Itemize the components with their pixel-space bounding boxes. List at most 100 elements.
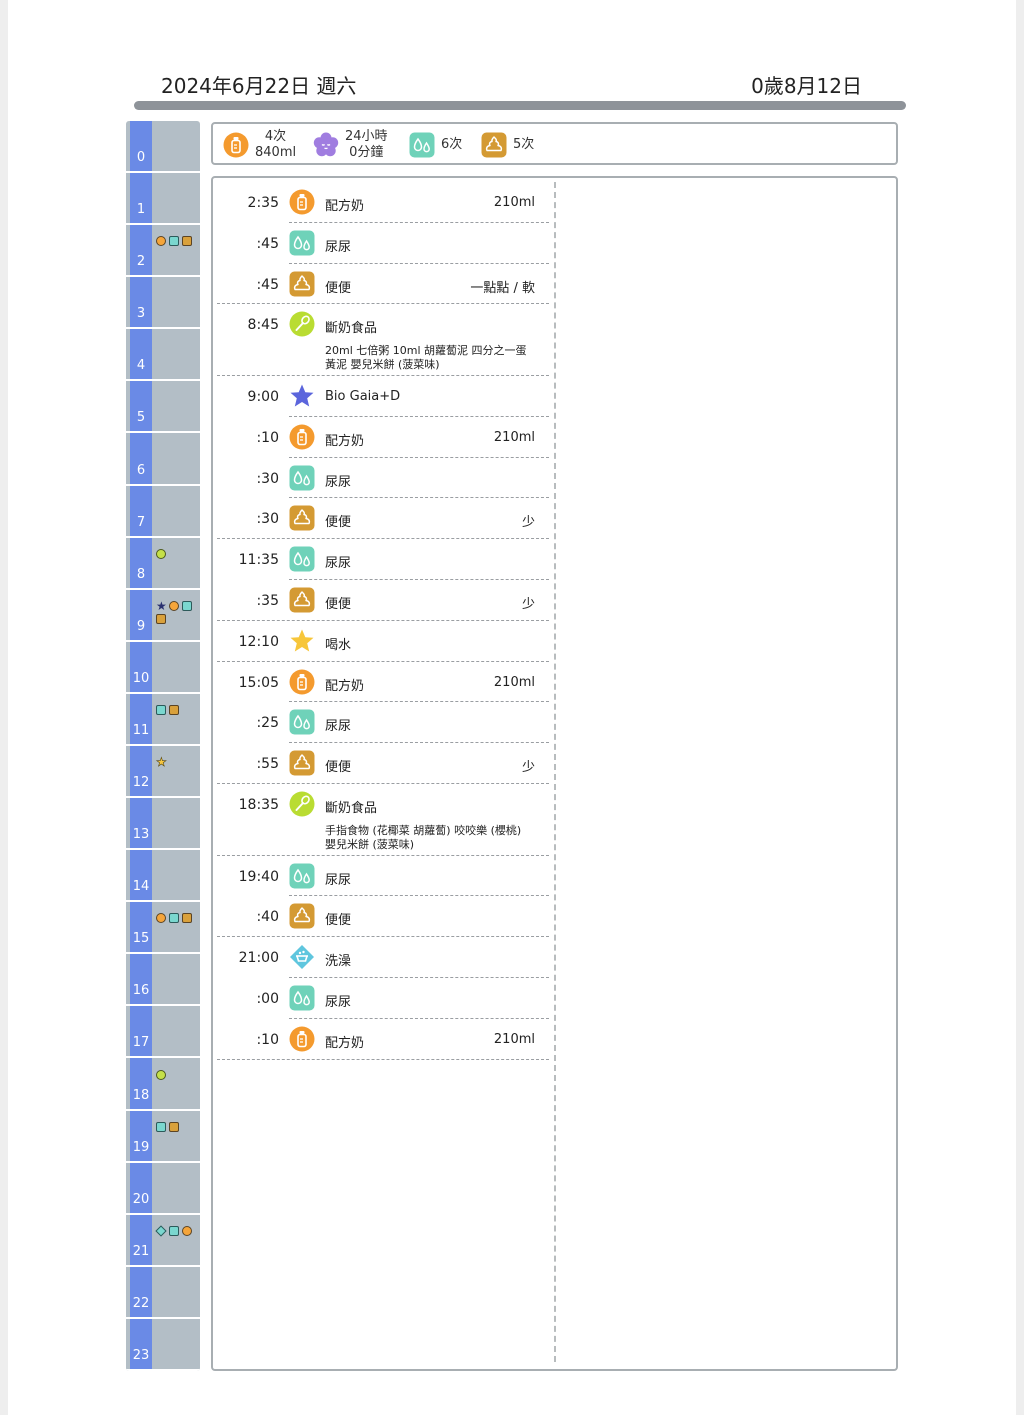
entry-time: :45 bbox=[256, 235, 279, 252]
summary-pee[interactable]: 6次 bbox=[409, 128, 462, 161]
hour-label: 4 bbox=[136, 358, 146, 374]
circle-green-marker-icon bbox=[156, 548, 166, 559]
hour-row[interactable]: 8 bbox=[126, 538, 200, 590]
hour-row[interactable]: 0 bbox=[126, 121, 200, 174]
hour-label: 10 bbox=[132, 670, 150, 686]
hour-label: 2 bbox=[136, 254, 146, 270]
log-entry[interactable]: :10 配方奶 210ml bbox=[217, 417, 549, 458]
log-entry[interactable]: :00 尿尿 bbox=[217, 978, 549, 1019]
entry-value: 210ml bbox=[493, 429, 535, 445]
entry-time: 21:00 bbox=[238, 950, 279, 967]
log-entry[interactable]: 9:00 Bio Gaia+D bbox=[217, 376, 549, 417]
log-entry[interactable]: 19:40 尿尿 bbox=[217, 856, 549, 897]
entry-time: 15:05 bbox=[238, 674, 279, 691]
entry-label: 尿尿 bbox=[325, 239, 352, 255]
hour-row[interactable]: 11 bbox=[126, 694, 200, 746]
square-brown-marker-icon bbox=[182, 913, 192, 924]
entry-label: 配方奶 bbox=[325, 1035, 365, 1051]
hour-row[interactable]: 3 bbox=[126, 277, 200, 330]
circle-green-marker-icon bbox=[156, 1069, 166, 1080]
bottle-icon bbox=[289, 424, 315, 450]
hour-label: 17 bbox=[132, 1035, 150, 1051]
hour-row[interactable]: 14 bbox=[126, 850, 200, 903]
hour-label: 5 bbox=[136, 410, 146, 426]
diamond-teal-marker-icon bbox=[155, 1225, 167, 1237]
summary-poop-count: 5次 bbox=[513, 136, 535, 152]
hour-row[interactable]: 22 bbox=[126, 1267, 200, 1319]
log-entry[interactable]: 2:35 配方奶 210ml bbox=[217, 182, 549, 223]
poop-icon bbox=[289, 505, 315, 531]
log-entry[interactable]: :30 便便 少 bbox=[217, 498, 549, 540]
entry-value: 少 bbox=[521, 760, 535, 776]
log-entry[interactable]: 12:10 喝水 bbox=[217, 621, 549, 662]
hour-row[interactable]: 12 ★ bbox=[126, 746, 200, 799]
entry-time: :10 bbox=[256, 429, 279, 446]
hour-row[interactable]: 1 bbox=[126, 173, 200, 226]
entry-label: 便便 bbox=[325, 760, 352, 776]
circle-orange-marker-icon bbox=[156, 913, 166, 924]
bottle-icon bbox=[289, 1026, 315, 1052]
summary-feed[interactable]: 4次 840ml bbox=[223, 128, 296, 161]
hour-row[interactable]: 7 bbox=[126, 486, 200, 538]
hour-row[interactable]: 9 ★ bbox=[126, 590, 200, 642]
square-teal-marker-icon bbox=[169, 913, 179, 924]
circle-orange-marker-icon bbox=[182, 1225, 192, 1236]
bottle-icon bbox=[223, 132, 249, 158]
bottle-icon bbox=[289, 669, 315, 695]
square-teal-marker-icon bbox=[169, 236, 179, 247]
entry-value: 少 bbox=[521, 596, 535, 612]
hour-row[interactable]: 15 bbox=[126, 902, 200, 955]
hour-row[interactable]: 21 bbox=[126, 1215, 200, 1267]
log-entry[interactable]: 21:00 洗澡 bbox=[217, 937, 549, 978]
summary-poop[interactable]: 5次 bbox=[481, 128, 534, 161]
hour-row[interactable]: 13 bbox=[126, 798, 200, 851]
log-entry[interactable]: 15:05 配方奶 210ml bbox=[217, 662, 549, 703]
entry-label: 洗澡 bbox=[325, 954, 352, 970]
hour-label: 16 bbox=[132, 983, 150, 999]
log-entry[interactable]: :45 便便 一點點 / 軟 bbox=[217, 264, 549, 305]
log-entry[interactable]: 11:35 尿尿 bbox=[217, 539, 549, 580]
log-entry[interactable]: 18:35 斷奶食品 手指食物 (花椰菜 胡蘿蔔) 咬咬樂 (櫻桃) 嬰兒米餅 (菠… bbox=[217, 784, 549, 856]
log-entry[interactable]: :25 尿尿 bbox=[217, 702, 549, 744]
hour-row[interactable]: 16 bbox=[126, 954, 200, 1007]
entry-list: 2:35 配方奶 210ml :45 尿尿 :45 便便 一點點 / 軟 8:45 斷奶食品 20m… bbox=[217, 182, 549, 1060]
entry-value: 210ml bbox=[493, 674, 535, 690]
hour-row[interactable]: 23 bbox=[126, 1319, 200, 1371]
entry-separator bbox=[217, 1058, 549, 1060]
summary-feed-count: 4次 bbox=[264, 128, 287, 144]
hour-row[interactable]: 20 bbox=[126, 1163, 200, 1215]
entry-label: 尿尿 bbox=[325, 556, 352, 572]
page-date: 2024年6月22日 週六 bbox=[161, 74, 357, 98]
hour-label: 21 bbox=[132, 1243, 150, 1259]
circle-orange-marker-icon bbox=[169, 600, 179, 611]
entry-label: 斷奶食品 bbox=[325, 321, 378, 337]
star-water-icon bbox=[289, 628, 315, 654]
hour-row[interactable]: 18 bbox=[126, 1059, 200, 1111]
summary-sleep[interactable]: 24小時 0分鐘 bbox=[313, 128, 388, 161]
pee-icon bbox=[289, 863, 315, 889]
entry-time: 9:00 bbox=[247, 388, 279, 405]
log-entry[interactable]: :55 便便 少 bbox=[217, 743, 549, 784]
entry-label: 尿尿 bbox=[325, 719, 352, 735]
poop-icon bbox=[481, 132, 507, 158]
hour-row[interactable]: 4 bbox=[126, 329, 200, 382]
hour-row[interactable]: 17 bbox=[126, 1006, 200, 1059]
log-entry[interactable]: :40 便便 bbox=[217, 896, 549, 938]
hour-row[interactable]: 2 bbox=[126, 225, 200, 278]
square-brown-marker-icon bbox=[182, 236, 192, 247]
log-entry[interactable]: :45 尿尿 bbox=[217, 223, 549, 264]
square-teal-marker-icon bbox=[156, 1121, 166, 1132]
hour-row[interactable]: 10 bbox=[126, 642, 200, 694]
entry-time: 19:40 bbox=[238, 868, 279, 885]
poop-icon bbox=[289, 903, 315, 929]
hour-label: 11 bbox=[132, 722, 150, 738]
log-entry[interactable]: 8:45 斷奶食品 20ml 七倍粥 10ml 胡蘿蔔泥 四分之一蛋黃泥 嬰兒米餅 … bbox=[217, 304, 549, 376]
log-entry[interactable]: :10 配方奶 210ml bbox=[217, 1019, 549, 1060]
log-entry[interactable]: :35 便便 少 bbox=[217, 580, 549, 621]
hour-row[interactable]: 6 bbox=[126, 434, 200, 486]
hour-row[interactable]: 19 bbox=[126, 1111, 200, 1163]
spoon-icon bbox=[289, 791, 315, 817]
log-entry[interactable]: :30 尿尿 bbox=[217, 458, 549, 499]
hour-row[interactable]: 5 bbox=[126, 381, 200, 434]
entry-label: 喝水 bbox=[325, 637, 352, 653]
